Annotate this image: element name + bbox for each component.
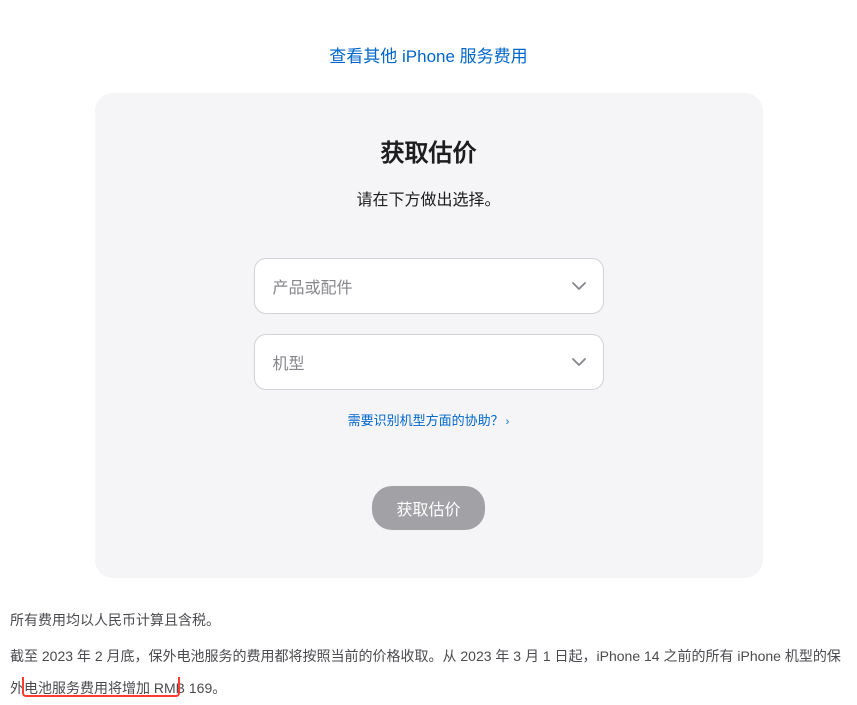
- product-select-placeholder: 产品或配件: [273, 274, 353, 298]
- identify-model-help-link[interactable]: 需要识别机型方面的协助？›: [348, 413, 510, 428]
- model-select[interactable]: 机型: [254, 334, 604, 390]
- chevron-right-icon: ›: [506, 416, 510, 428]
- estimate-card: 获取估价 请在下方做出选择。 产品或配件 机型 需要识别机型方面的协助？› 获取…: [95, 93, 763, 578]
- product-select[interactable]: 产品或配件: [254, 258, 604, 314]
- other-service-fees-link[interactable]: 查看其他 iPhone 服务费用: [329, 47, 527, 66]
- footnotes: 所有费用均以人民币计算且含税。 截至 2023 年 2 月底，保外电池服务的费用…: [0, 578, 857, 705]
- footnote-line-2: 截至 2023 年 2 月底，保外电池服务的费用都将按照当前的价格收取。从 20…: [10, 640, 847, 704]
- card-subtitle: 请在下方做出选择。: [135, 186, 723, 210]
- model-select-placeholder: 机型: [273, 350, 305, 374]
- footnote-line-1: 所有费用均以人民币计算且含税。: [10, 604, 847, 636]
- get-estimate-button[interactable]: 获取估价: [372, 486, 484, 530]
- card-title: 获取估价: [135, 133, 723, 168]
